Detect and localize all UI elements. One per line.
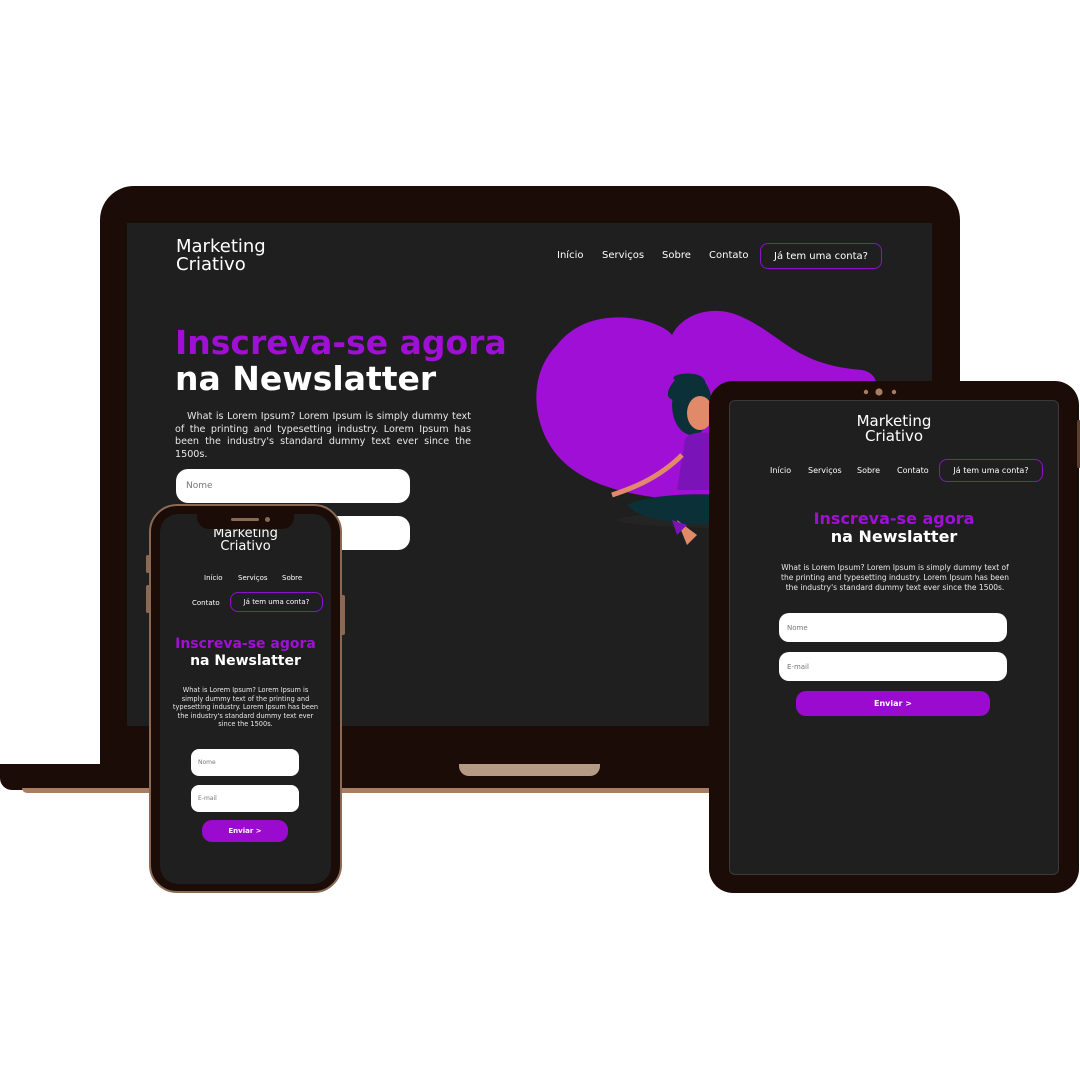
hero-body: What is Lorem Ipsum? Lorem Ipsum is simp… (781, 563, 1009, 592)
nav-sobre[interactable]: Sobre (857, 466, 880, 475)
nav-inicio[interactable]: Início (204, 574, 223, 582)
phone-screen: Marketing Criativo Início Serviços Sobre… (160, 514, 331, 884)
nav-inicio[interactable]: Início (770, 466, 791, 475)
submit-button[interactable]: Enviar > (796, 691, 990, 716)
sensor-dot (863, 389, 869, 395)
account-button[interactable]: Já tem uma conta? (760, 243, 882, 269)
hero-title-line2: na Newslatter (175, 359, 437, 398)
hero-title-line2: na Newslatter (190, 653, 301, 669)
nav-contato[interactable]: Contato (709, 250, 749, 261)
brand-logo[interactable]: Marketing Criativo (160, 527, 331, 553)
hero-title-line1: Inscreva-se agora (175, 323, 507, 362)
name-field[interactable]: Nome (176, 469, 410, 503)
name-field[interactable]: Nome (191, 749, 299, 776)
phone-notch (197, 514, 294, 529)
nav-contato[interactable]: Contato (897, 466, 929, 475)
camera-lens (875, 388, 883, 396)
hero-title-line1: Inscreva-se agora (175, 636, 316, 652)
nav-sobre[interactable]: Sobre (282, 574, 302, 582)
nav-servicos[interactable]: Serviços (238, 574, 268, 582)
speaker-grille (231, 518, 259, 521)
name-field[interactable]: Nome (779, 613, 1007, 642)
brand-line2: Criativo (864, 427, 924, 445)
hero-title-line2: na Newslatter (830, 527, 958, 546)
hero-body: What is Lorem Ipsum? Lorem Ipsum is simp… (172, 686, 319, 729)
nav-servicos[interactable]: Serviços (808, 466, 842, 475)
sensor-dot (891, 389, 897, 395)
tablet-camera (863, 388, 897, 396)
brand-logo[interactable]: Marketing Criativo (730, 414, 1058, 444)
nav-servicos[interactable]: Serviços (602, 250, 644, 261)
brand-logo[interactable]: Marketing Criativo (176, 238, 266, 274)
submit-button[interactable]: Enviar > (202, 820, 288, 842)
nav-inicio[interactable]: Início (557, 250, 583, 261)
brand-line2: Criativo (176, 254, 246, 275)
front-camera-icon (265, 517, 270, 522)
tablet-screen: Marketing Criativo Início Serviços Sobre… (729, 400, 1059, 875)
account-button[interactable]: Já tem uma conta? (230, 592, 323, 612)
laptop-trackpad-notch (459, 764, 600, 776)
hero-title-line1: Inscreva-se agora (813, 509, 975, 528)
email-field[interactable]: E-mail (779, 652, 1007, 681)
nav-contato[interactable]: Contato (192, 599, 220, 607)
nav-sobre[interactable]: Sobre (662, 250, 691, 261)
email-field[interactable]: E-mail (191, 785, 299, 812)
hero-body: What is Lorem Ipsum? Lorem Ipsum is simp… (175, 411, 471, 460)
brand-line2: Criativo (220, 539, 271, 554)
account-button[interactable]: Já tem uma conta? (939, 459, 1043, 482)
